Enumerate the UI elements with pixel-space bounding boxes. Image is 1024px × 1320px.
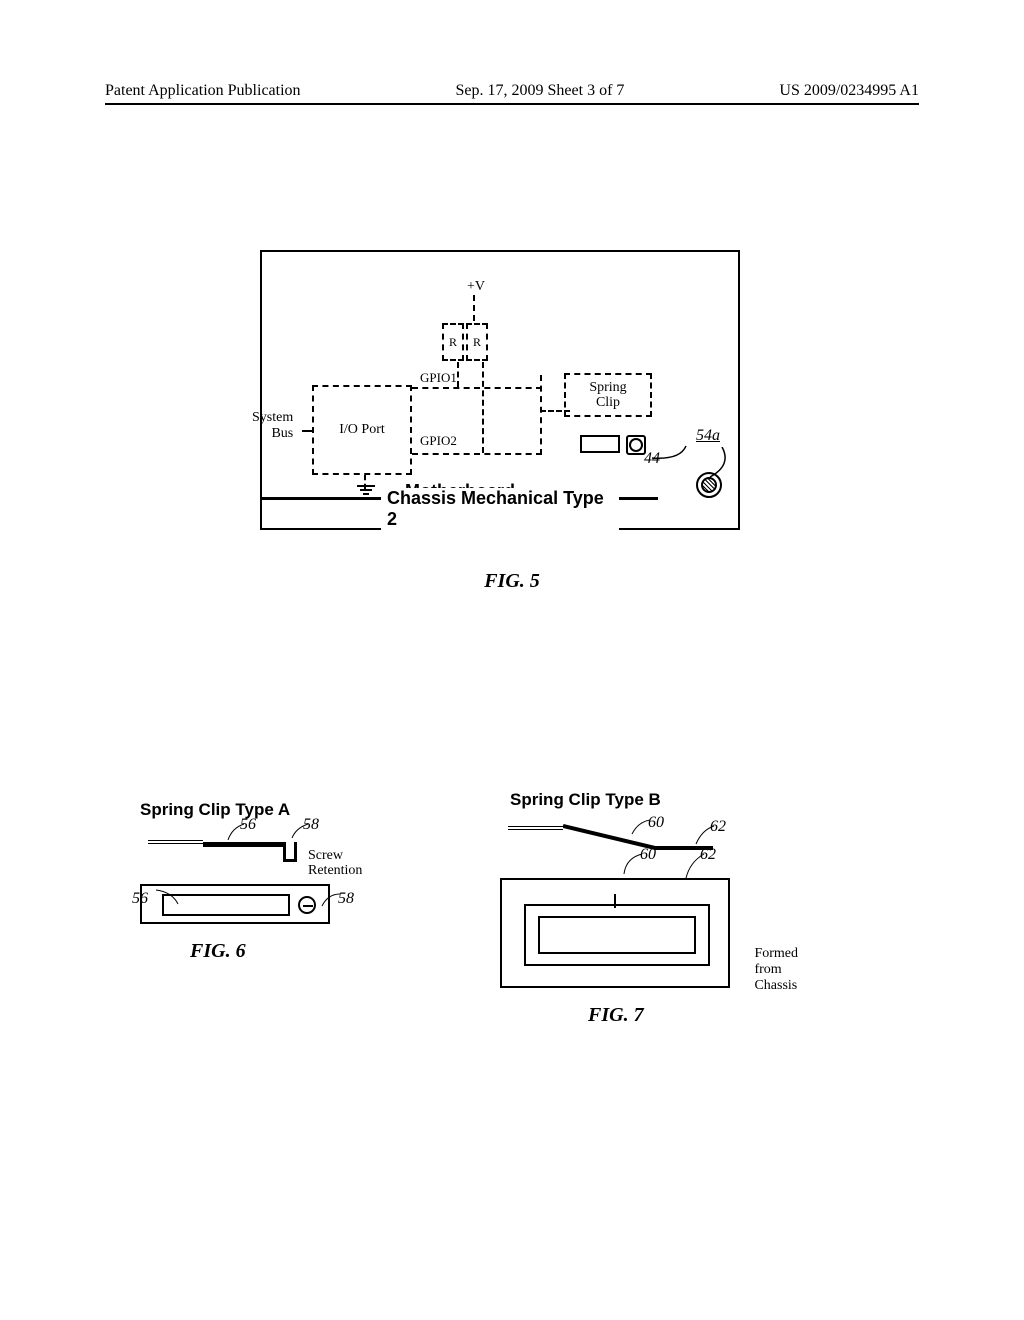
hline-icon xyxy=(302,430,312,432)
figure-6: Spring Clip Type A 56 58 Screw Retention… xyxy=(140,800,440,963)
leader-60b-icon xyxy=(622,852,646,876)
clip-drop-icon xyxy=(283,842,297,862)
formed-from-chassis-label: Formed from Chassis xyxy=(754,946,798,994)
screw-retention-label: Screw Retention xyxy=(308,848,362,879)
leader-62b-icon xyxy=(684,852,708,880)
motherboard-box: +V R R System Bus I/O Port GPIO1 GPIO2 S… xyxy=(262,265,658,500)
io-port-box: I/O Port xyxy=(312,385,412,475)
figure-7-caption: FIG. 7 xyxy=(588,1004,840,1027)
leader-60a-icon xyxy=(630,818,654,836)
leader-58b-icon xyxy=(320,892,342,908)
io-port-label: I/O Port xyxy=(339,422,385,438)
clip-lead-icon xyxy=(508,826,563,830)
header-right: US 2009/0234995 A1 xyxy=(779,82,919,100)
gpio2-label: GPIO2 xyxy=(420,433,457,449)
leader-56b-icon xyxy=(154,888,180,908)
clip-body-icon xyxy=(203,842,283,847)
clip-a-side-view: 56 58 Screw Retention xyxy=(148,834,328,864)
fig7-title: Spring Clip Type B xyxy=(510,790,840,810)
figure-6-caption: FIG. 6 xyxy=(190,940,440,963)
gpio2-line-icon xyxy=(412,453,542,455)
clip-b-top-view: Formed from Chassis xyxy=(500,878,730,988)
gpio1-label: GPIO1 xyxy=(420,370,457,386)
figure-5-caption: FIG. 5 xyxy=(484,570,540,593)
vline-icon xyxy=(473,295,475,321)
resistor-r1: R xyxy=(442,323,464,361)
chassis-label: Chassis Mechanical Type 2 xyxy=(381,488,619,530)
header-center: Sep. 17, 2009 Sheet 3 of 7 xyxy=(456,82,625,100)
leader-58a-icon xyxy=(290,822,312,842)
screw-hole-icon xyxy=(298,896,316,914)
plus-v-label: +V xyxy=(467,279,485,295)
resistor-r2: R xyxy=(466,323,488,361)
leader-56a-icon xyxy=(226,822,248,842)
resistor-pair: R R xyxy=(442,323,488,361)
ground-icon xyxy=(357,483,375,501)
contact-pad-icon xyxy=(580,435,620,453)
gpio1-tap-icon xyxy=(457,362,459,387)
contact-pad-ring-icon xyxy=(626,435,646,455)
clip-a-inner-icon xyxy=(162,894,290,916)
clip-lead-icon xyxy=(148,840,203,844)
reference-56-top: 56 xyxy=(132,890,148,908)
system-bus-label: System Bus xyxy=(252,410,293,442)
page-header: Patent Application Publication Sep. 17, … xyxy=(105,82,919,105)
gpio1-line-icon xyxy=(412,387,542,389)
gpio2-tap-icon xyxy=(482,362,484,453)
spring-clip-box: Spring Clip xyxy=(564,373,652,417)
clip-b-stem-icon xyxy=(614,894,616,908)
header-left: Patent Application Publication xyxy=(105,82,301,100)
hline2-icon xyxy=(540,410,570,412)
clip-b-inner-icon xyxy=(538,916,696,954)
chassis-box: +V R R System Bus I/O Port GPIO1 GPIO2 S… xyxy=(260,250,740,530)
leader-44-icon xyxy=(650,444,690,464)
fig6-title: Spring Clip Type A xyxy=(140,800,440,820)
mounting-hole-icon xyxy=(696,472,722,498)
spring-clip-label: Spring Clip xyxy=(589,380,626,411)
leader-62a-icon xyxy=(694,824,716,846)
figure-5: +V R R System Bus I/O Port GPIO1 GPIO2 S… xyxy=(260,250,740,530)
reference-54a: 54a xyxy=(696,427,720,445)
vline2-icon xyxy=(540,375,542,455)
figure-7: Spring Clip Type B 60 62 Formed from Cha… xyxy=(500,790,840,1027)
